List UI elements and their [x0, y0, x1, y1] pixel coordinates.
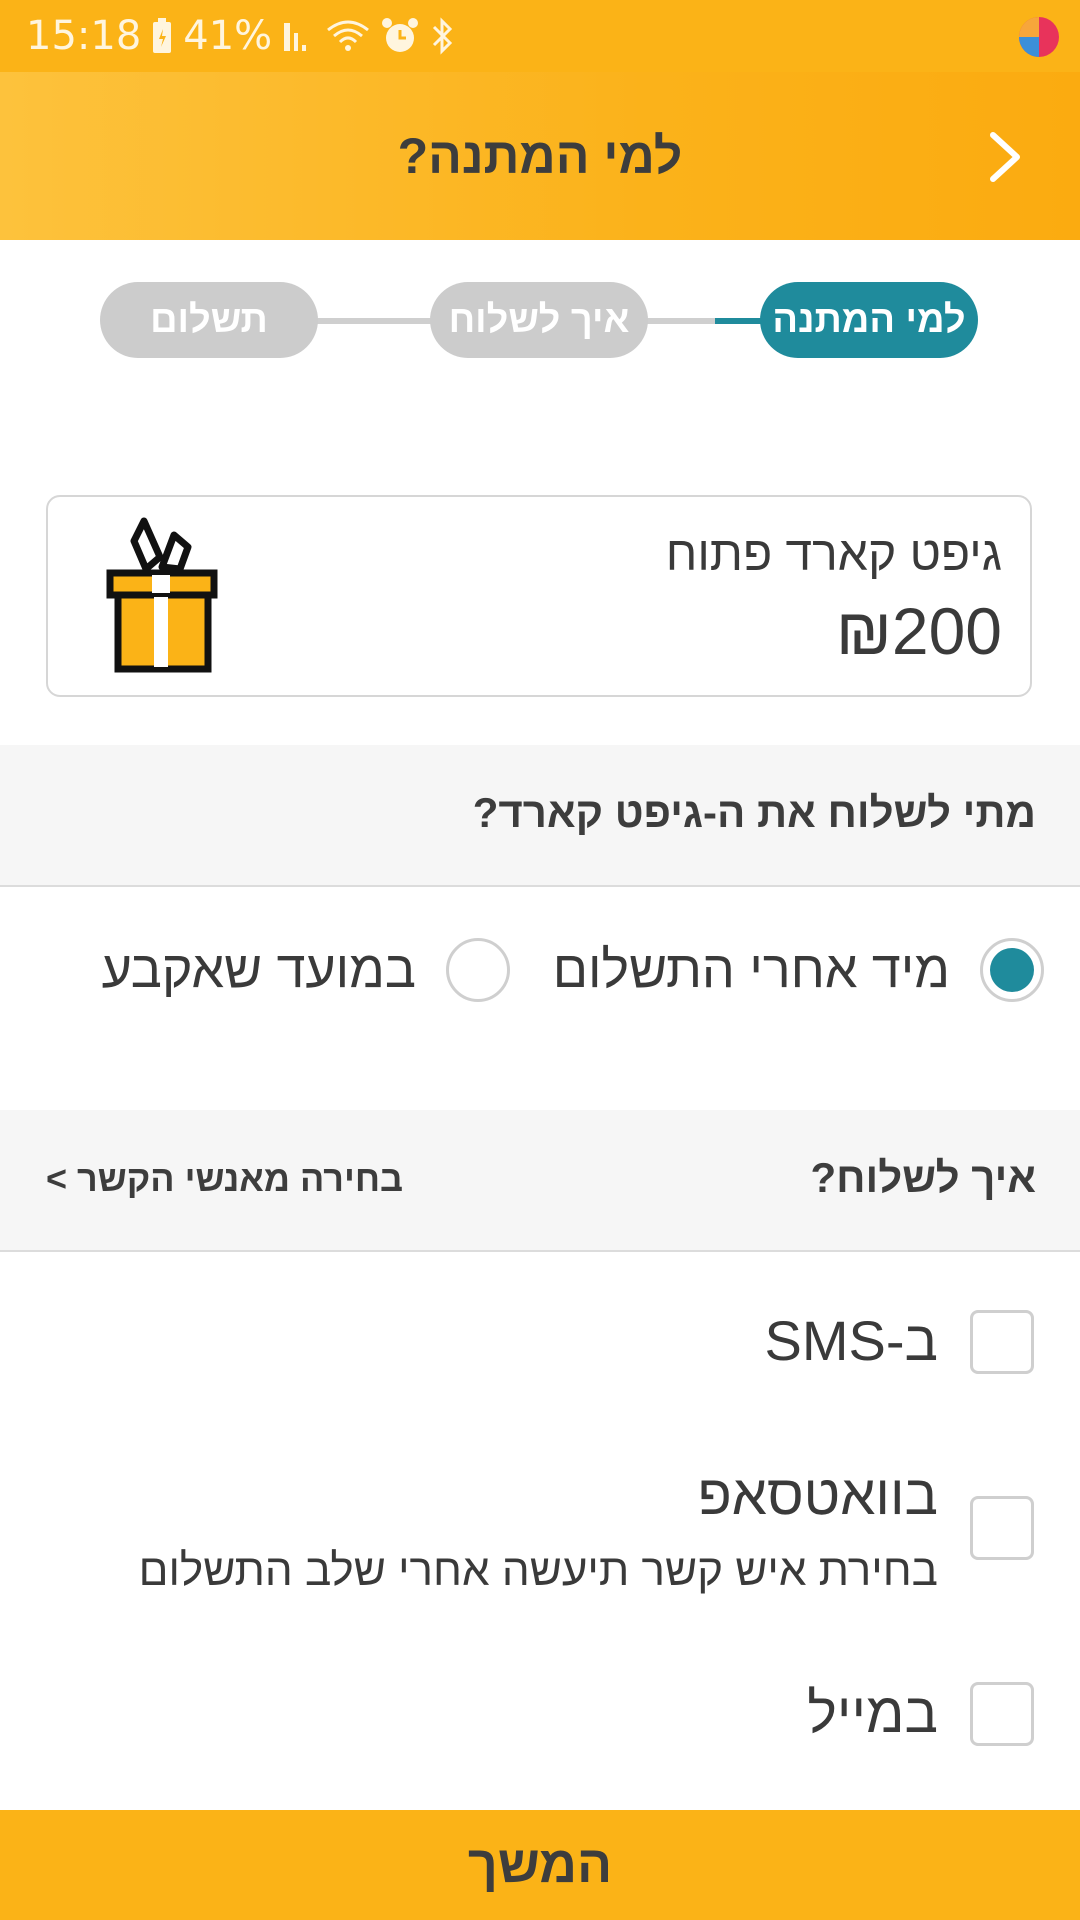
whatsapp-note: בחירת איש קשר תיעשה אחרי שלב התשלום [138, 1546, 938, 1595]
how-section-header: איך לשלוח? בחירה מאנשי הקשר > [0, 1110, 1080, 1252]
radio-button[interactable] [446, 938, 510, 1002]
step-who-is-gift-for: למי המתנה [760, 282, 978, 358]
gift-card-summary: גיפט קארד פתוח ₪200 [46, 495, 1032, 697]
alarm-icon [380, 16, 420, 56]
gift-box-icon [104, 517, 224, 677]
app-logo-icon [1016, 14, 1062, 60]
status-time: 15:18 [26, 13, 142, 59]
step-payment: תשלום [100, 282, 318, 358]
step-connector-progress [715, 318, 765, 324]
whatsapp-label: בוואטסאפ [697, 1463, 938, 1526]
status-left: 15:18 41% [26, 0, 456, 72]
progress-stepper: תשלום איך לשלוח למי המתנה [0, 282, 1080, 358]
status-battery-percent: 41% [183, 13, 273, 59]
chevron-right-icon [990, 132, 1020, 182]
gift-card-amount: ₪200 [835, 594, 1002, 668]
bluetooth-icon [430, 17, 456, 55]
radio-label-immediately: מיד אחרי התשלום [552, 941, 950, 999]
radio-selected-dot [990, 948, 1034, 992]
whatsapp-checkbox[interactable] [970, 1496, 1034, 1560]
sms-checkbox[interactable] [970, 1310, 1034, 1374]
status-bar: 15:18 41% [0, 0, 1080, 72]
back-button[interactable] [970, 122, 1040, 192]
radio-label-scheduled: במועד שאקבע [101, 941, 416, 999]
page-title: למי המתנה? [397, 128, 683, 184]
email-checkbox[interactable] [970, 1682, 1034, 1746]
gift-card-name: גיפט קארד פתוח [665, 528, 1002, 581]
app-header: למי המתנה? [0, 72, 1080, 240]
signal-icon [282, 19, 316, 53]
how-section-title: איך לשלוח? [810, 1154, 1036, 1201]
radio-button-selected[interactable] [980, 938, 1044, 1002]
radio-option-scheduled[interactable]: במועד שאקבע [102, 930, 510, 1010]
battery-icon [151, 17, 173, 55]
email-label: במייל [807, 1681, 938, 1744]
continue-button[interactable]: המשך [0, 1810, 1080, 1920]
choose-from-contacts-link[interactable]: בחירה מאנשי הקשר > [46, 1158, 403, 1200]
sms-label: ב-SMS [764, 1309, 938, 1372]
when-section-header: מתי לשלוח את ה-גיפט קארד? [0, 745, 1080, 887]
when-section-title: מתי לשלוח את ה-גיפט קארד? [472, 789, 1036, 836]
radio-option-immediately[interactable]: מיד אחרי התשלום [553, 930, 1044, 1010]
wifi-icon [326, 18, 370, 54]
step-how-to-send: איך לשלוח [430, 282, 648, 358]
